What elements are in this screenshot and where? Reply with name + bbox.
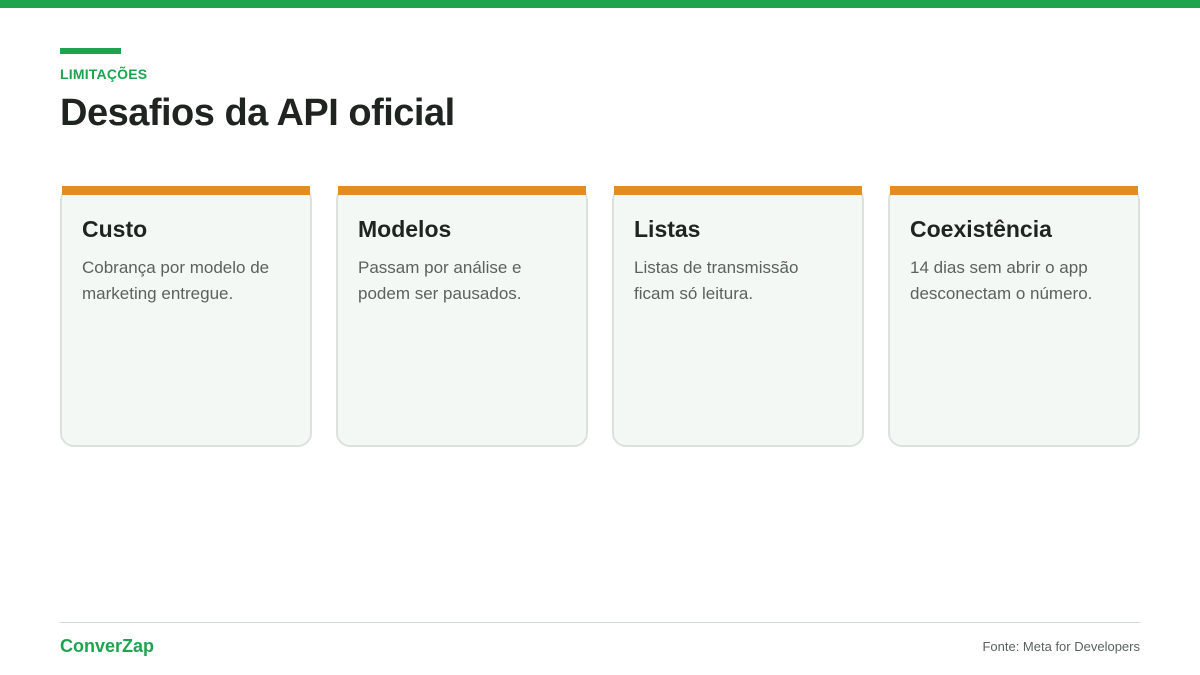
footer-divider	[60, 622, 1140, 623]
card-accent-bar	[890, 186, 1138, 195]
card-accent-bar	[62, 186, 310, 195]
card-text: Passam por análise e podem ser pausados.	[358, 258, 522, 303]
card-title: Coexistência	[910, 216, 1052, 242]
card-title: Listas	[634, 216, 701, 242]
card-modelos: Modelos Passam por análise e podem ser p…	[336, 186, 588, 447]
brand-logo-text: ConverZap	[60, 636, 155, 656]
section-eyebrow: LIMITAÇÕES	[60, 66, 148, 82]
card-custo: Custo Cobrança por modelo de marketing e…	[60, 186, 312, 447]
card-text: 14 dias sem abrir o app desconectam o nú…	[910, 258, 1093, 303]
source-note: Fonte: Meta for Developers	[982, 639, 1140, 654]
card-title: Modelos	[358, 216, 452, 242]
page-title: Desafios da API oficial	[60, 92, 455, 134]
card-title: Custo	[82, 216, 148, 242]
card-text: Listas de transmissão ficam só leitura.	[634, 258, 799, 303]
card-listas: Listas Listas de transmissão ficam só le…	[612, 186, 864, 447]
card-coexistencia: Coexistência 14 dias sem abrir o app des…	[888, 186, 1140, 447]
card-text: Cobrança por modelo de marketing entregu…	[82, 258, 270, 303]
top-accent-bar	[0, 0, 1200, 8]
card-accent-bar	[338, 186, 586, 195]
challenge-cards: Custo Cobrança por modelo de marketing e…	[60, 186, 1140, 447]
card-accent-bar	[614, 186, 862, 195]
section-accent-line	[60, 48, 121, 54]
